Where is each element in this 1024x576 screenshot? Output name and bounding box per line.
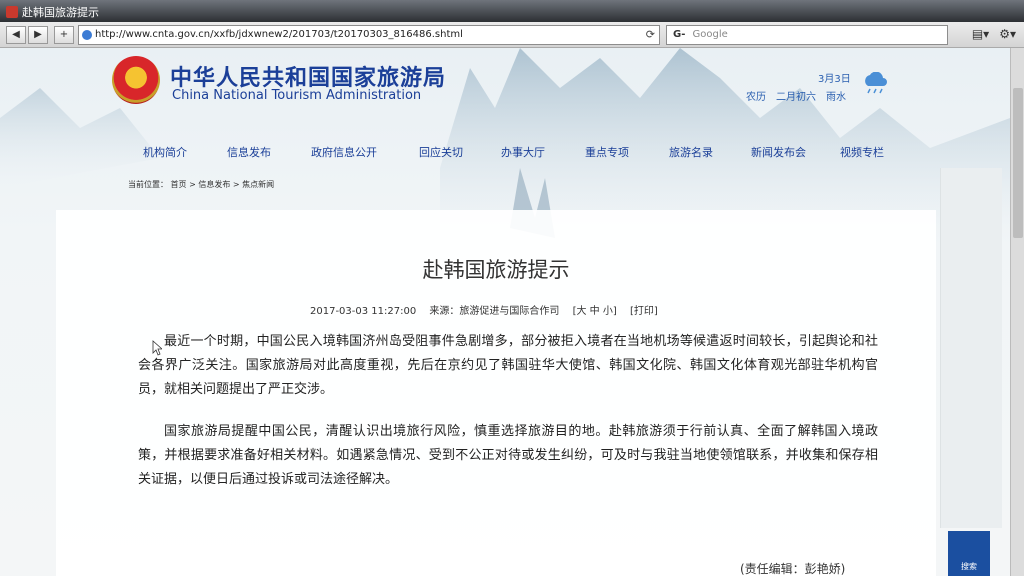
page-scrollbar[interactable]	[1010, 48, 1024, 576]
date: 3月3日	[818, 74, 851, 85]
article-paragraph-1: 最近一个时期，中国公民入境韩国济州岛受阻事件急剧增多，部分被拒入境者在当地机场等…	[138, 334, 878, 397]
article-datetime: 2017-03-03 11:27:00	[310, 306, 417, 317]
article-paragraph-2: 国家旅游局提醒中国公民，清醒认识出境旅行风险，慎重选择旅游目的地。赴韩旅游须于行…	[138, 424, 878, 487]
browser-toolbar: ◀ ▶ + http://www.cnta.gov.cn/xxfb/jdxwne…	[0, 22, 1024, 48]
scrollbar-thumb[interactable]	[1013, 88, 1023, 238]
site-search-button[interactable]: 搜索	[948, 531, 990, 576]
responsible-editor: (责任编辑：彭艳娇)	[740, 562, 846, 576]
nav-item-directory[interactable]: 旅游名录	[669, 144, 713, 160]
browser-search-input[interactable]: G- Google	[666, 25, 948, 45]
national-emblem-icon	[112, 56, 160, 104]
new-tab-button[interactable]: +	[54, 26, 74, 44]
site-name-en[interactable]: China National Tourism Administration	[172, 88, 421, 103]
article-source: 来源：旅游促进与国际合作司	[429, 306, 560, 317]
font-size-control[interactable]: [大 中 小]	[573, 306, 617, 317]
breadcrumb-label: 当前位置：	[128, 180, 168, 189]
nav-item-about[interactable]: 机构简介	[143, 144, 187, 160]
article-meta: 2017-03-03 11:27:00 来源：旅游促进与国际合作司 [大 中 小…	[310, 302, 668, 317]
lunar-date: 农历 二月初六 雨水	[746, 92, 846, 103]
back-button[interactable]: ◀	[6, 26, 26, 44]
page-menu-icon[interactable]: ▤▾	[972, 27, 989, 41]
nav-item-video[interactable]: 视频专栏	[840, 144, 884, 160]
nav-item-news[interactable]: 信息发布	[227, 144, 271, 160]
breadcrumb: 当前位置： 首页 > 信息发布 > 焦点新闻	[128, 179, 274, 190]
print-link[interactable]: [打印]	[630, 306, 658, 317]
browser-title-bar: 赴韩国旅游提示	[0, 0, 1024, 22]
search-engine-icon: G-	[673, 29, 686, 40]
side-panel	[940, 168, 1002, 528]
forward-button[interactable]: ▶	[28, 26, 48, 44]
browser-tools: ▤▾ ⚙▾	[972, 27, 1016, 41]
nav-item-gov-info[interactable]: 政府信息公开	[311, 144, 377, 160]
nav-item-response[interactable]: 回应关切	[419, 144, 463, 160]
window-title: 赴韩国旅游提示	[6, 4, 99, 20]
nav-item-special[interactable]: 重点专项	[585, 144, 629, 160]
article-title: 赴韩国旅游提示	[422, 258, 570, 282]
page-viewport: 中华人民共和国国家旅游局 China National Tourism Admi…	[0, 48, 1010, 576]
nav-item-services[interactable]: 办事大厅	[501, 144, 545, 160]
mouse-cursor-icon	[152, 340, 162, 356]
rain-cloud-icon	[865, 72, 887, 94]
nav-item-press[interactable]: 新闻发布会	[751, 144, 806, 160]
page-icon	[82, 30, 92, 40]
breadcrumb-path[interactable]: 首页 > 信息发布 > 焦点新闻	[171, 180, 275, 189]
address-bar[interactable]: http://www.cnta.gov.cn/xxfb/jdxwnew2/201…	[78, 25, 660, 45]
window-title-text: 赴韩国旅游提示	[22, 6, 99, 19]
article: 赴韩国旅游提示 2017-03-03 11:27:00 来源：旅游促进与国际合作…	[56, 210, 936, 576]
search-placeholder: Google	[692, 29, 728, 40]
address-url: http://www.cnta.gov.cn/xxfb/jdxwnew2/201…	[95, 29, 463, 40]
gear-icon[interactable]: ⚙▾	[999, 27, 1016, 41]
reload-icon[interactable]: ⟳	[646, 26, 655, 44]
site-favicon-icon	[6, 6, 18, 18]
